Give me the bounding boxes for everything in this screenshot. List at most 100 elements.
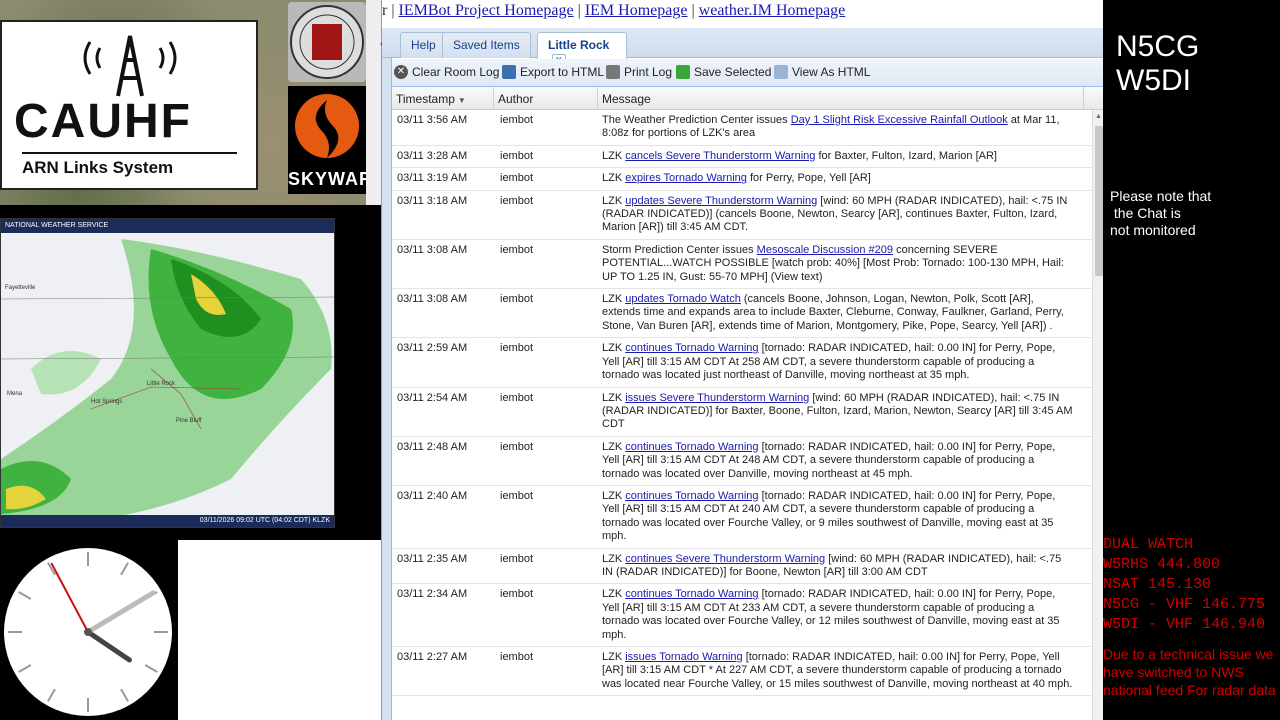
chat-panel: r | IEMBot Project Homepage | IEM Homepa…	[380, 0, 1104, 720]
table-row[interactable]: 03/11 3:56 AM iembot The Weather Predictio…	[392, 110, 1092, 146]
row-author: iembot	[500, 172, 534, 185]
tab-saved-items[interactable]: Saved Items	[442, 32, 531, 58]
row-author: iembot	[500, 149, 534, 162]
product-link[interactable]: continues Tornado Warning	[625, 342, 758, 354]
row-author: iembot	[500, 194, 534, 207]
row-message: LZK expires Tornado Warning for Perry, P…	[602, 172, 871, 185]
iembot-homepage-link[interactable]: IEMBot Project Homepage	[399, 2, 574, 19]
callsign-2: W5DI	[1116, 64, 1191, 97]
product-link[interactable]: continues Tornado Warning	[625, 490, 758, 502]
place-label: Pine Bluff	[176, 418, 202, 424]
row-message: LZK updates Severe Thunderstorm Warning …	[602, 194, 1068, 234]
print-icon	[606, 65, 620, 79]
product-link[interactable]: Mesoscale Discussion #209	[757, 244, 893, 256]
place-label: Mena	[7, 391, 23, 397]
product-link[interactable]: issues Tornado Warning	[625, 651, 742, 663]
product-link[interactable]: continues Severe Thunderstorm Warning	[625, 553, 825, 565]
product-link[interactable]: continues Tornado Warning	[625, 441, 758, 453]
print-log-button[interactable]: Print Log	[606, 65, 672, 79]
column-message[interactable]: Message	[598, 87, 1084, 110]
row-timestamp: 03/11 3:19 AM	[397, 172, 468, 185]
product-link[interactable]: cancels Severe Thunderstorm Warning	[625, 150, 815, 162]
logo-area: CAUHF ARN Links System SKYWARN	[0, 0, 390, 205]
table-row[interactable]: 03/11 3:08 AM iembot Storm Prediction Cent…	[392, 240, 1092, 290]
table-row[interactable]: 03/11 2:59 AM iembot LZK continues Tornado…	[392, 338, 1092, 388]
column-timestamp[interactable]: Timestamp ▼	[392, 87, 494, 110]
tab-little-rock[interactable]: Little Rock✕	[537, 32, 627, 67]
export-icon	[502, 65, 516, 79]
save-selected-button[interactable]: Save Selected	[676, 65, 771, 79]
analog-clock	[0, 540, 178, 720]
table-row[interactable]: 03/11 2:48 AM iembot LZK continues Tornado…	[392, 437, 1092, 486]
clear-icon: ✕	[394, 65, 408, 79]
view-as-html-button[interactable]: View As HTML	[774, 65, 870, 79]
row-timestamp: 03/11 2:34 AM	[397, 588, 468, 601]
table-row[interactable]: 03/11 3:28 AM iembot LZK cancels Severe Th…	[392, 146, 1092, 169]
scroll-up-icon[interactable]: ▲	[1095, 113, 1102, 120]
save-icon	[676, 65, 690, 79]
table-row[interactable]: 03/11 2:40 AM iembot LZK continues Tornado…	[392, 486, 1092, 549]
weatherim-homepage-link[interactable]: weather.IM Homepage	[699, 2, 846, 19]
table-row[interactable]: 03/11 2:54 AM iembot LZK issues Severe Thu…	[392, 388, 1092, 437]
product-link[interactable]: issues Severe Thunderstorm Warning	[625, 392, 809, 404]
row-timestamp: 03/11 3:18 AM	[397, 194, 468, 207]
row-timestamp: 03/11 3:28 AM	[397, 149, 468, 162]
table-row[interactable]: 03/11 3:08 AM iembot LZK updates Tornado W…	[392, 289, 1092, 339]
row-message: LZK continues Tornado Warning [tornado: …	[602, 489, 1056, 543]
links-prefix: r |	[382, 2, 395, 19]
table-row[interactable]: 03/11 2:34 AM iembot LZK continues Tornado…	[392, 584, 1092, 647]
row-author: iembot	[500, 440, 534, 453]
row-author: iembot	[500, 588, 534, 601]
row-message: LZK continues Tornado Warning [tornado: …	[602, 440, 1056, 480]
column-author[interactable]: Author	[494, 87, 598, 110]
scroll-thumb[interactable]	[1095, 126, 1103, 276]
row-timestamp: 03/11 2:35 AM	[397, 552, 468, 565]
dual-watch-info: DUAL WATCH W5RHS 444.800 NSAT 145.130 N5…	[1103, 536, 1266, 633]
product-link[interactable]: continues Tornado Warning	[625, 588, 758, 600]
product-link[interactable]: updates Severe Thunderstorm Warning	[625, 195, 817, 207]
row-message: LZK cancels Severe Thunderstorm Warning …	[602, 149, 997, 162]
skywarn-label: SKYWARN	[288, 169, 388, 189]
table-row[interactable]: 03/11 3:18 AM iembot LZK updates Severe Th…	[392, 191, 1092, 240]
row-message: LZK issues Severe Thunderstorm Warning […	[602, 391, 1073, 431]
product-link[interactable]: updates Tornado Watch	[625, 293, 741, 305]
sort-desc-icon: ▼	[457, 96, 466, 105]
toolbar: ✕ Clear Room Log Export to HTML Print Lo…	[392, 59, 1104, 87]
product-link[interactable]: expires Tornado Warning	[625, 172, 747, 184]
stream-overlay: CAUHF ARN Links System SKYWARN NATIONAL …	[0, 0, 1280, 720]
row-message: LZK continues Tornado Warning [tornado: …	[602, 588, 1060, 641]
row-author: iembot	[500, 651, 534, 663]
row-timestamp: 03/11 3:08 AM	[397, 243, 468, 256]
blank-pane	[178, 540, 381, 720]
row-message: LZK continues Tornado Warning [tornado: …	[602, 342, 1056, 382]
row-message: LZK continues Severe Thunderstorm Warnin…	[602, 552, 1062, 578]
message-list: 03/11 3:56 AM iembot The Weather Predictio…	[392, 110, 1092, 720]
row-timestamp: 03/11 2:40 AM	[397, 489, 468, 502]
row-timestamp: 03/11 2:48 AM	[397, 440, 468, 453]
place-label: Hot Springs	[91, 399, 123, 405]
arkansas-seal-logo	[288, 2, 366, 82]
tab-help[interactable]: Help	[400, 32, 447, 58]
top-links: r | IEMBot Project Homepage | IEM Homepa…	[382, 0, 1103, 28]
table-row[interactable]: 03/11 2:27 AM iembot LZK issues Tornado Wa…	[392, 647, 1092, 697]
iem-homepage-link[interactable]: IEM Homepage	[585, 2, 688, 19]
collapse-sidebar-button[interactable]: «	[380, 30, 392, 720]
row-timestamp: 03/11 3:08 AM	[397, 293, 468, 306]
table-row[interactable]: 03/11 2:35 AM iembot LZK continues Severe …	[392, 549, 1092, 585]
product-link[interactable]: Day 1 Slight Risk Excessive Rainfall Out…	[791, 114, 1008, 126]
table-row[interactable]: 03/11 3:19 AM iembot LZK expires Tornado W…	[392, 168, 1092, 191]
radar-map: NATIONAL WEATHER SERVICE Fayetteville Li…	[0, 218, 335, 528]
skywarn-logo: SKYWARN	[288, 86, 388, 194]
technical-notice: Due to a technical issue we have switche…	[1103, 646, 1276, 698]
view-icon	[774, 65, 788, 79]
place-label: Little Rock	[147, 381, 176, 387]
row-author: iembot	[500, 552, 534, 565]
row-author: iembot	[500, 342, 534, 355]
chat-notice: Please note that the Chat is not monitor…	[1110, 188, 1212, 238]
export-html-button[interactable]: Export to HTML	[502, 65, 604, 79]
row-message: Storm Prediction Center issues Mesoscale…	[602, 243, 1064, 283]
tab-bar: Help Saved Items Little Rock✕	[382, 28, 1103, 67]
place-label: Fayetteville	[5, 285, 36, 291]
row-message: LZK updates Tornado Watch (cancels Boone…	[602, 293, 1064, 332]
clear-room-log-button[interactable]: ✕ Clear Room Log	[394, 65, 499, 79]
